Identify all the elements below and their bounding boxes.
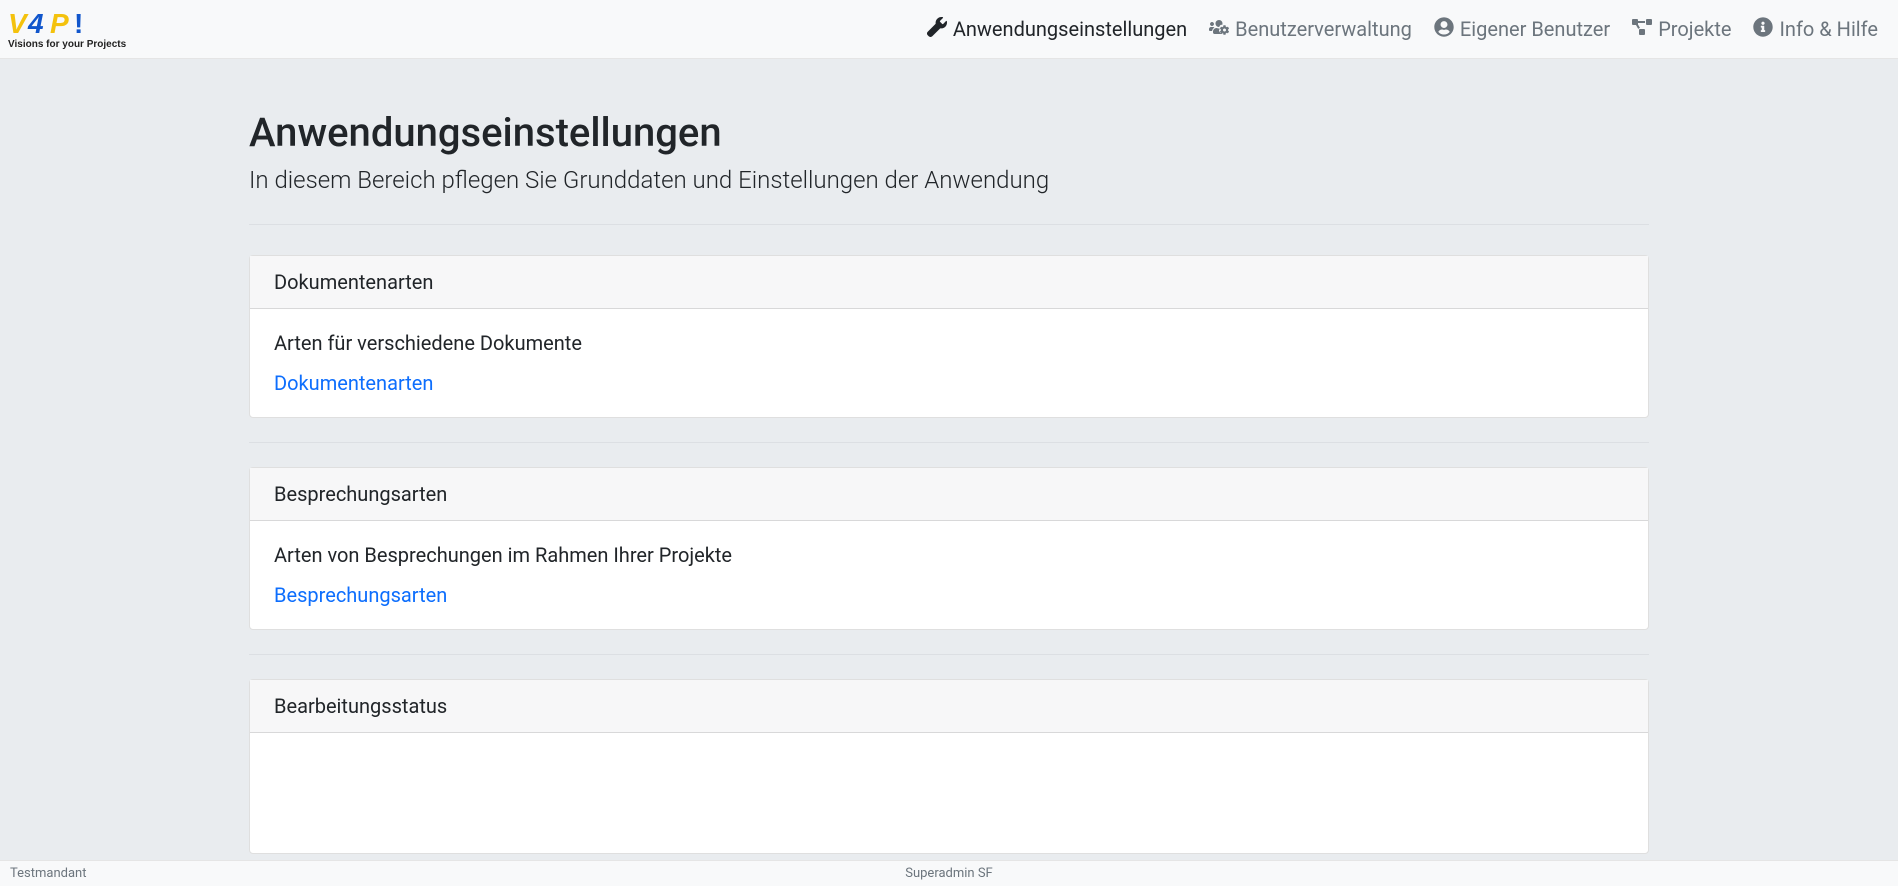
footer-tenant: Testmandant bbox=[10, 866, 86, 881]
nav-item-info-hilfe[interactable]: Info & Hilfe bbox=[1753, 17, 1878, 42]
card-header: Dokumentenarten bbox=[250, 256, 1648, 309]
nav-label: Eigener Benutzer bbox=[1460, 17, 1610, 41]
nav-item-benutzerverwaltung[interactable]: Benutzerverwaltung bbox=[1209, 17, 1412, 42]
project-diagram-icon bbox=[1632, 17, 1652, 42]
card-dokumentenarten: Dokumentenarten Arten für verschiedene D… bbox=[249, 255, 1649, 418]
user-circle-icon bbox=[1434, 17, 1454, 42]
navbar: V 4 P ! Visions for your Projects Anwend… bbox=[0, 0, 1898, 59]
nav-label: Benutzerverwaltung bbox=[1235, 17, 1412, 41]
nav-label: Projekte bbox=[1658, 17, 1731, 41]
section-divider bbox=[249, 442, 1649, 443]
divider bbox=[249, 224, 1649, 225]
main-scroll[interactable]: Anwendungseinstellungen In diesem Bereic… bbox=[0, 59, 1898, 860]
section-divider bbox=[249, 654, 1649, 655]
footer-user: Superadmin SF bbox=[905, 866, 993, 881]
logo[interactable]: V 4 P ! Visions for your Projects bbox=[8, 7, 158, 51]
nav-item-projekte[interactable]: Projekte bbox=[1632, 17, 1731, 42]
card-text: Arten für verschiedene Dokumente bbox=[274, 331, 1624, 355]
card-body bbox=[250, 733, 1648, 853]
page-subtitle: In diesem Bereich pflegen Sie Grunddaten… bbox=[249, 166, 1649, 194]
card-besprechungsarten: Besprechungsarten Arten von Besprechunge… bbox=[249, 467, 1649, 630]
nav-item-eigener-benutzer[interactable]: Eigener Benutzer bbox=[1434, 17, 1610, 42]
card-body: Arten von Besprechungen im Rahmen Ihrer … bbox=[250, 521, 1648, 629]
svg-text:Visions for your Projects: Visions for your Projects bbox=[8, 39, 127, 50]
card-text: Arten von Besprechungen im Rahmen Ihrer … bbox=[274, 543, 1624, 567]
nav-items: Anwendungseinstellungen Benutzerverwaltu… bbox=[927, 17, 1878, 42]
nav-label: Info & Hilfe bbox=[1779, 17, 1878, 41]
nav-item-anwendungseinstellungen[interactable]: Anwendungseinstellungen bbox=[927, 17, 1187, 42]
footer: Testmandant Superadmin SF bbox=[0, 860, 1898, 886]
card-body: Arten für verschiedene Dokumente Dokumen… bbox=[250, 309, 1648, 417]
info-circle-icon bbox=[1753, 17, 1773, 42]
svg-text:P: P bbox=[50, 8, 69, 39]
users-cog-icon bbox=[1209, 17, 1229, 42]
nav-label: Anwendungseinstellungen bbox=[953, 17, 1187, 41]
svg-text:!: ! bbox=[74, 8, 83, 39]
card-bearbeitungsstatus: Bearbeitungsstatus bbox=[249, 679, 1649, 854]
card-link-dokumentenarten[interactable]: Dokumentenarten bbox=[274, 371, 433, 395]
card-header: Besprechungsarten bbox=[250, 468, 1648, 521]
content: Anwendungseinstellungen In diesem Bereic… bbox=[249, 59, 1649, 860]
page-title: Anwendungseinstellungen bbox=[249, 109, 1649, 156]
svg-text:V: V bbox=[8, 8, 29, 39]
wrench-icon bbox=[927, 17, 947, 42]
card-header: Bearbeitungsstatus bbox=[250, 680, 1648, 733]
card-link-besprechungsarten[interactable]: Besprechungsarten bbox=[274, 583, 447, 607]
svg-text:4: 4 bbox=[27, 8, 44, 39]
